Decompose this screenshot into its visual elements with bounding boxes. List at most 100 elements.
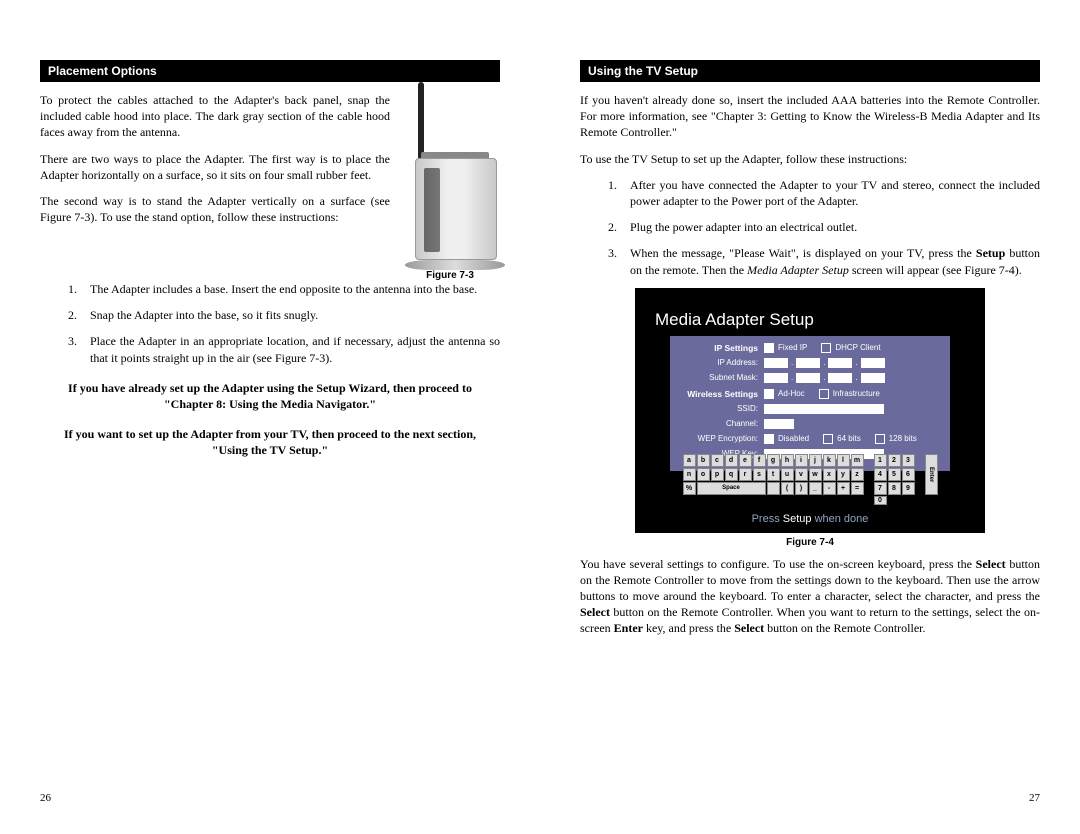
kb-key[interactable]: 4 bbox=[874, 468, 887, 481]
section-header-tvsetup: Using the TV Setup bbox=[580, 60, 1040, 82]
tv-setup-title: Media Adapter Setup bbox=[655, 310, 814, 330]
numbered-list: 1. After you have connected the Adapter … bbox=[580, 177, 1040, 278]
page-number: 26 bbox=[40, 792, 51, 804]
kb-key[interactable]: w bbox=[809, 468, 822, 481]
kb-key[interactable]: k bbox=[823, 454, 836, 467]
keyboard-letters: a b c d e f g h i j k l m n o p q bbox=[683, 454, 864, 505]
list-text: The Adapter includes a base. Insert the … bbox=[90, 281, 500, 297]
kb-key[interactable]: % bbox=[683, 482, 696, 495]
figure-caption: Figure 7-3 bbox=[400, 270, 500, 281]
radio-dhcp[interactable] bbox=[821, 343, 831, 353]
text-image-row: To protect the cables attached to the Ad… bbox=[40, 92, 500, 281]
page-left: Placement Options To protect the cables … bbox=[0, 0, 540, 834]
kb-key[interactable] bbox=[767, 482, 780, 495]
ssid-label: SSID: bbox=[680, 404, 764, 413]
kb-key[interactable]: 0 bbox=[874, 496, 887, 505]
ssid-row: SSID: bbox=[680, 403, 940, 415]
kb-key[interactable]: - bbox=[823, 482, 836, 495]
section-header-placement: Placement Options bbox=[40, 60, 500, 82]
figure-7-3: Figure 7-3 bbox=[400, 92, 500, 281]
radio-fixed-ip[interactable] bbox=[764, 343, 774, 353]
kb-key[interactable]: r bbox=[739, 468, 752, 481]
kb-key[interactable]: n bbox=[683, 468, 696, 481]
kb-key[interactable]: y bbox=[837, 468, 850, 481]
wireless-settings-row: Wireless Settings Ad-Hoc Infrastructure bbox=[680, 388, 940, 400]
figure-7-4-tv-screen: Media Adapter Setup IP Settings Fixed IP… bbox=[635, 288, 985, 533]
list-number: 2. bbox=[68, 307, 90, 323]
kb-key[interactable]: 8 bbox=[888, 482, 901, 495]
list-text: Place the Adapter in an appropriate loca… bbox=[90, 333, 500, 365]
kb-key[interactable]: d bbox=[725, 454, 738, 467]
list-text: When the message, "Please Wait", is disp… bbox=[630, 245, 1040, 277]
subnet-input[interactable]: ... bbox=[764, 373, 885, 383]
radio-infrastructure[interactable] bbox=[819, 389, 829, 399]
kb-key[interactable]: = bbox=[851, 482, 864, 495]
kb-key[interactable]: z bbox=[851, 468, 864, 481]
kb-key[interactable]: 2 bbox=[888, 454, 901, 467]
kb-key[interactable]: 1 bbox=[874, 454, 887, 467]
ip-settings-label: IP Settings bbox=[680, 343, 764, 353]
kb-key[interactable]: g bbox=[767, 454, 780, 467]
list-number: 1. bbox=[608, 177, 630, 209]
kb-key[interactable]: + bbox=[837, 482, 850, 495]
wep-encryption-row: WEP Encryption: Disabled 64 bits 128 bit… bbox=[680, 433, 940, 445]
kb-key[interactable]: 3 bbox=[902, 454, 915, 467]
callout-note: If you have already set up the Adapter u… bbox=[40, 380, 500, 412]
paragraph: You have several settings to configure. … bbox=[580, 556, 1040, 637]
kb-key[interactable]: v bbox=[795, 468, 808, 481]
kb-key[interactable]: 7 bbox=[874, 482, 887, 495]
antenna-icon bbox=[418, 82, 424, 160]
list-item: 1. After you have connected the Adapter … bbox=[608, 177, 1040, 209]
kb-key[interactable]: p bbox=[711, 468, 724, 481]
list-item: 2. Plug the power adapter into an electr… bbox=[608, 219, 1040, 235]
ip-address-label: IP Address: bbox=[680, 358, 764, 367]
settings-panel: IP Settings Fixed IP DHCP Client IP Addr… bbox=[670, 336, 950, 471]
kb-key[interactable]: ( bbox=[781, 482, 794, 495]
wireless-settings-label: Wireless Settings bbox=[680, 389, 764, 399]
list-number: 3. bbox=[608, 245, 630, 277]
radio-128bits[interactable] bbox=[875, 434, 885, 444]
kb-key[interactable]: u bbox=[781, 468, 794, 481]
kb-key[interactable]: e bbox=[739, 454, 752, 467]
kb-key[interactable]: c bbox=[711, 454, 724, 467]
radio-64bits[interactable] bbox=[823, 434, 833, 444]
kb-key[interactable]: m bbox=[851, 454, 864, 467]
kb-key[interactable]: 9 bbox=[902, 482, 915, 495]
onscreen-keyboard: a b c d e f g h i j k l m n o p q bbox=[667, 454, 953, 505]
kb-key[interactable]: ) bbox=[795, 482, 808, 495]
channel-row: Channel: bbox=[680, 418, 940, 430]
kb-key[interactable]: o bbox=[697, 468, 710, 481]
paragraph: To use the TV Setup to set up the Adapte… bbox=[580, 151, 1040, 167]
kb-key[interactable]: 5 bbox=[888, 468, 901, 481]
subnet-row: Subnet Mask: ... bbox=[680, 372, 940, 384]
kb-key[interactable]: x bbox=[823, 468, 836, 481]
kb-key[interactable]: h bbox=[781, 454, 794, 467]
kb-key[interactable]: i bbox=[795, 454, 808, 467]
kb-key[interactable]: q bbox=[725, 468, 738, 481]
kb-key[interactable]: a bbox=[683, 454, 696, 467]
kb-key[interactable]: _ bbox=[809, 482, 822, 495]
kb-space[interactable]: Space bbox=[697, 482, 766, 495]
kb-key[interactable]: b bbox=[697, 454, 710, 467]
kb-key[interactable]: 6 bbox=[902, 468, 915, 481]
paragraph: There are two ways to place the Adapter.… bbox=[40, 151, 390, 183]
kb-key[interactable]: l bbox=[837, 454, 850, 467]
ip-address-input[interactable]: ... bbox=[764, 358, 885, 368]
paragraph: The second way is to stand the Adapter v… bbox=[40, 193, 390, 225]
list-number: 2. bbox=[608, 219, 630, 235]
device-base bbox=[405, 260, 505, 270]
kb-key[interactable]: t bbox=[767, 468, 780, 481]
kb-enter[interactable]: Enter bbox=[925, 454, 938, 495]
kb-key[interactable]: s bbox=[753, 468, 766, 481]
numbered-list: 1. The Adapter includes a base. Insert t… bbox=[40, 281, 500, 366]
device-illustration bbox=[400, 80, 500, 270]
kb-key[interactable]: f bbox=[753, 454, 766, 467]
radio-disabled[interactable] bbox=[764, 434, 774, 444]
paragraph: To protect the cables attached to the Ad… bbox=[40, 92, 390, 141]
kb-key[interactable]: j bbox=[809, 454, 822, 467]
list-number: 3. bbox=[68, 333, 90, 365]
ssid-input[interactable] bbox=[764, 404, 884, 414]
list-text: Plug the power adapter into an electrica… bbox=[630, 219, 1040, 235]
channel-input[interactable] bbox=[764, 419, 794, 429]
radio-adhoc[interactable] bbox=[764, 389, 774, 399]
